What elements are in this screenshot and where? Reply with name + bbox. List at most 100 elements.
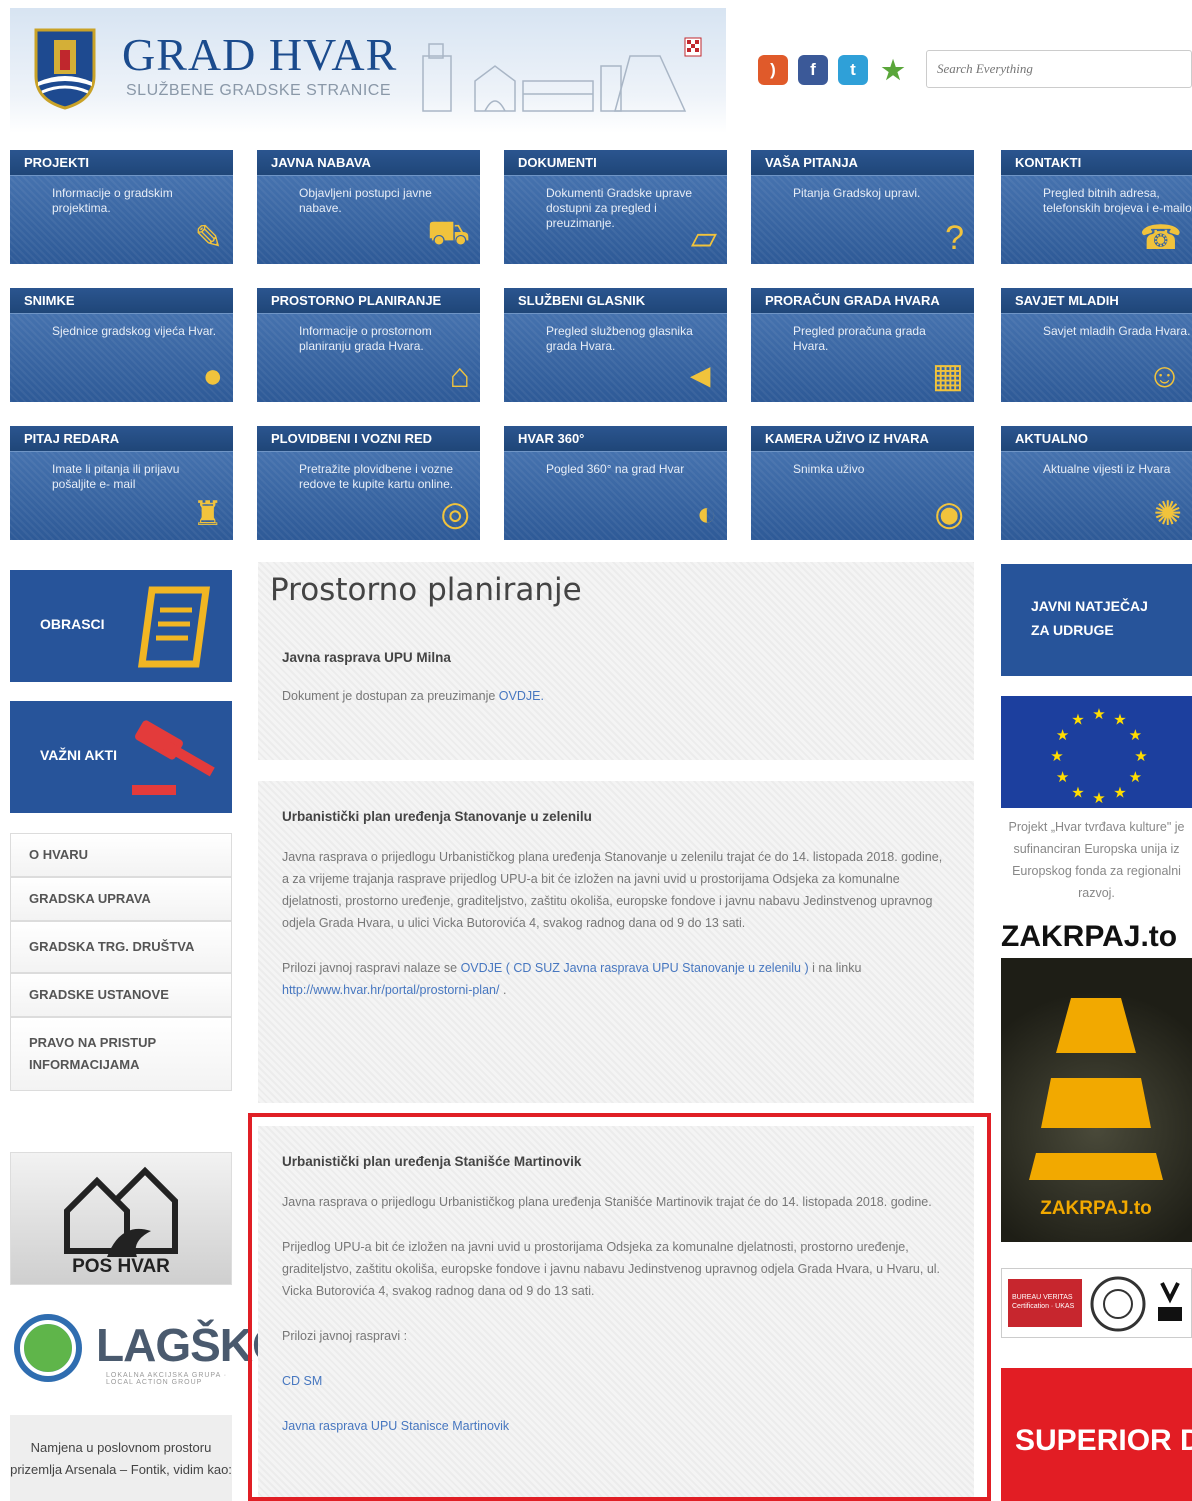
highlight-frame xyxy=(248,1113,991,1501)
attachments-text: . xyxy=(499,983,507,997)
eu-flag-banner[interactable]: ★ ★ ★ ★ ★ ★ ★ ★ ★ ★ ★ ★ xyxy=(1001,696,1192,808)
tile-title: PITAJ REDARA xyxy=(10,426,233,452)
eu-stars-icon: ★ ★★★★★★★★★★★ xyxy=(1050,706,1147,807)
tile-hvar-360-[interactable]: HVAR 360° Pogled 360° na grad Hvar ◐ xyxy=(504,426,727,540)
obrasci-button[interactable]: OBRASCI xyxy=(10,570,232,682)
certification-banner[interactable]: BUREAU VERITAS Certification · UKAS xyxy=(1001,1268,1192,1338)
prostorni-plan-url-link[interactable]: http://www.hvar.hr/portal/prostorni-plan… xyxy=(282,983,499,997)
tile-description: Pregled službenog glasnika grada Hvara. xyxy=(546,324,693,353)
poll-question: Namjena u poslovnom prostoru prizemlja A… xyxy=(10,1415,232,1501)
eu-project-caption: Projekt „Hvar tvrđava kulture" je sufina… xyxy=(1008,820,1185,900)
tile-aktualno[interactable]: AKTUALNO Aktualne vijesti iz Hvara ✺ xyxy=(1001,426,1192,540)
eu-star-icon: ★ xyxy=(1129,769,1142,786)
tile-javna-nabava[interactable]: JAVNA NABAVA Objavljeni postupci javne n… xyxy=(257,150,480,264)
tile-projekti[interactable]: PROJEKTI Informacije o gradskim projekti… xyxy=(10,150,233,264)
tile-description: Aktualne vijesti iz Hvara xyxy=(1043,462,1171,476)
twitter-icon[interactable]: t xyxy=(838,55,868,85)
tile-description: Snimka uživo xyxy=(793,462,865,476)
javni-natjecaj-label: JAVNI NATJEČAJ ZA UDRUGE xyxy=(1031,598,1148,638)
question-icon: ? xyxy=(945,219,964,257)
gavel-icon xyxy=(132,720,215,795)
eu-star-icon: ★ xyxy=(1071,784,1084,801)
tile-dokumenti[interactable]: DOKUMENTI Dokumenti Gradske uprave dostu… xyxy=(504,150,727,264)
microphone-icon: ● xyxy=(202,357,223,395)
houses-icon xyxy=(64,1166,178,1257)
tile-title: AKTUALNO xyxy=(1001,426,1192,452)
tile-kontakti[interactable]: KONTAKTI Pregled bitnih adresa, telefons… xyxy=(1001,150,1192,264)
eu-star-icon: ★ xyxy=(1056,727,1069,744)
road-patch-icon: ZAKRPAJ.to xyxy=(1029,998,1163,1219)
city-crest-icon[interactable] xyxy=(32,26,98,110)
tile-savjet-mladih[interactable]: SAVJET MLADIH Savjet mladih Grada Hvara.… xyxy=(1001,288,1192,402)
superior-destination-label: SUPERIOR DESTINATION xyxy=(1015,1424,1192,1457)
obrasci-label: OBRASCI xyxy=(40,616,105,632)
nav-item[interactable]: GRADSKA TRG. DRUŠTVA xyxy=(10,921,232,973)
milna-text: Dokument je dostupan za preuzimanje xyxy=(282,689,499,703)
tile-snimke[interactable]: SNIMKE Sjednice gradskog vijeća Hvar. ● xyxy=(10,288,233,402)
tile-va-a-pitanja[interactable]: VAŠA PITANJA Pitanja Gradskoj upravi. ? xyxy=(751,150,974,264)
nav-item[interactable]: GRADSKA UPRAVA xyxy=(10,877,232,921)
tile-plovidbeni-i-vozni-red[interactable]: PLOVIDBENI I VOZNI RED Pretražite plovid… xyxy=(257,426,480,540)
tools-icon: ✎ xyxy=(194,219,224,257)
section-heading: Javna rasprava UPU Milna xyxy=(282,650,451,665)
tile-kamera-u-ivo-iz-hvara[interactable]: KAMERA UŽIVO IZ HVARA Snimka uživo ◉ xyxy=(751,426,974,540)
tile-title: VAŠA PITANJA xyxy=(751,150,974,176)
tile-prostorno-planiranje[interactable]: PROSTORNO PLANIRANJE Informacije o prost… xyxy=(257,288,480,402)
folder-icon: ▱ xyxy=(690,219,717,257)
people-icon: ☺ xyxy=(1147,357,1182,395)
tile-prora-un-grada-hvara[interactable]: PRORAČUN GRADA HVARA Pregled proračuna g… xyxy=(751,288,974,402)
tile-description: Pogled 360° na grad Hvar xyxy=(546,462,685,476)
facebook-icon[interactable]: f xyxy=(798,55,828,85)
pos-hvar-label: POS HVAR xyxy=(72,1256,170,1277)
tile-description: Pregled bitnih adresa, telefonskih broje… xyxy=(1043,186,1192,215)
eu-star-icon: ★ xyxy=(1071,712,1084,729)
croatia-flag-icon xyxy=(684,37,702,57)
tile-title: KAMERA UŽIVO IZ HVARA xyxy=(751,426,974,452)
tile-description: Pretražite plovidbene i vozne redove te … xyxy=(299,462,454,491)
tile-description: Savjet mladih Grada Hvara. xyxy=(1043,324,1191,338)
tile-slu-beni-glasnik[interactable]: SLUŽBENI GLASNIK Pregled službenog glasn… xyxy=(504,288,727,402)
vazni-akti-button[interactable]: VAŽNI AKTI xyxy=(10,701,232,813)
certification-seal-icon xyxy=(1090,1276,1182,1332)
left-navigation: O HVARU GRADSKA UPRAVA GRADSKA TRG. DRUŠTV… xyxy=(10,833,232,1091)
panorama-icon: ◐ xyxy=(696,495,717,533)
content-panel-milna: Prostorno planiranje Javna rasprava UPU … xyxy=(258,562,974,760)
tile-title: SNIMKE xyxy=(10,288,233,314)
eu-star-icon: ★ xyxy=(1129,727,1142,744)
eu-star-icon: ★ xyxy=(1056,769,1069,786)
zakrpaj-banner[interactable]: ZAKRPAJ.to xyxy=(1001,958,1192,1242)
tile-description: Informacije o gradskim projektima. xyxy=(52,186,173,215)
site-title[interactable]: GRAD HVAR xyxy=(122,28,397,81)
lag-skoji-subtitle: LOKALNA AKCIJSKA GRUPA · LOCAL ACTION GR… xyxy=(106,1372,228,1386)
zakrpaj-logo-text: ZAKRPAJ.to xyxy=(1040,1198,1152,1219)
zakrpaj-title[interactable]: ZAKRPAJ.to xyxy=(1001,920,1192,960)
megaphone-icon: ◄ xyxy=(683,357,717,395)
javni-natjecaj-button[interactable]: JAVNI NATJEČAJ ZA UDRUGE xyxy=(1001,564,1192,676)
lag-skoji-banner[interactable]: LAGŠKOJI LOKALNA AKCIJSKA GRUPA · LOCAL … xyxy=(10,1306,324,1392)
warden-icon: ♜ xyxy=(192,495,223,533)
nav-item[interactable]: GRADSKE USTANOVE xyxy=(10,973,232,1017)
tile-description: Sjednice gradskog vijeća Hvar. xyxy=(52,324,217,338)
lightbulb-icon: ✺ xyxy=(1153,495,1183,533)
wheel-icon: ◎ xyxy=(440,495,470,533)
tile-title: SAVJET MLADIH xyxy=(1001,288,1192,314)
nav-item[interactable]: O HVARU xyxy=(10,833,232,877)
lag-logo-icon xyxy=(14,1314,82,1382)
tile-pitaj-redara[interactable]: PITAJ REDARA Imate li pitanja ili prijav… xyxy=(10,426,233,540)
tile-description: Informacije o prostornom planiranju grad… xyxy=(299,324,432,353)
star-icon[interactable]: ★ xyxy=(878,55,908,85)
site-header: GRAD HVAR SLUŽBENE GRADSKE STRANICE xyxy=(10,8,726,133)
tile-title: PLOVIDBENI I VOZNI RED xyxy=(257,426,480,452)
pos-hvar-banner[interactable]: POS HVAR xyxy=(10,1152,232,1285)
search-input[interactable] xyxy=(926,50,1192,88)
rss-icon[interactable]: ) xyxy=(758,55,788,85)
section-paragraph: Prilozi javnoj raspravi nalaze se OVDJE … xyxy=(258,957,974,1001)
ovdje-cd-suz-link[interactable]: OVDJE ( CD SUZ Javna rasprava UPU Stanov… xyxy=(461,961,809,975)
section-text: Dokument je dostupan za preuzimanje OVDJ… xyxy=(258,685,974,707)
superior-destination-banner[interactable]: SUPERIOR DESTINATION xyxy=(1001,1368,1192,1501)
nav-item[interactable]: PRAVO NA PRISTUP INFORMACIJAMA xyxy=(10,1017,232,1091)
ovdje-link[interactable]: OVDJE. xyxy=(499,689,544,703)
eu-star-icon: ★ xyxy=(1092,790,1105,807)
eu-star-icon: ★ xyxy=(1050,748,1063,765)
page: GRAD HVAR SLUŽBENE GRADSKE STRANICE ) f … xyxy=(0,0,1192,1501)
